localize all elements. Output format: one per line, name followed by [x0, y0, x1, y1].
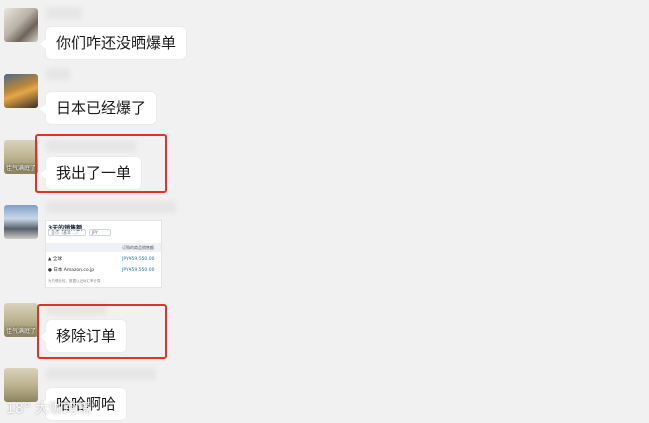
image-attachment[interactable]: 3天的销售额 全币（基本 ...） JPY 订购的商品销售额 ▲ 全球 JPY¥… [45, 220, 162, 288]
sender-name [46, 368, 156, 380]
sender-name [46, 201, 176, 213]
attachment-row-amount: JPY¥59,550.00 [122, 268, 155, 273]
attachment-row-amount: JPY¥59,550.00 [122, 257, 155, 262]
avatar-caption: 佳气满庭了 [5, 328, 36, 335]
attachment-filter-left: 全币（基本 ...） [48, 229, 86, 236]
avatar[interactable]: 佳气满庭了 [4, 140, 38, 174]
attachment-table-header: 订购的商品销售额 [46, 243, 161, 252]
watermark: 18° 大咖跨境 [6, 401, 92, 417]
attachment-filter-right: JPY [89, 229, 111, 236]
attachment-column-header: 订购的商品销售额 [122, 245, 154, 250]
attachment-row: ● 日本 Amazon.co.jp JPY¥59,550.00 [48, 266, 159, 275]
highlight-box [35, 134, 167, 193]
avatar[interactable]: 佳气满庭了 [4, 303, 38, 337]
message-text: 日本已经爆了 [56, 99, 147, 117]
avatar[interactable] [4, 368, 38, 402]
attachment-row: ▲ 全球 JPY¥59,550.00 [48, 255, 159, 264]
message-bubble[interactable]: 日本已经爆了 [39, 92, 157, 124]
avatar[interactable] [4, 205, 38, 239]
attachment-row-label: ● 日本 Amazon.co.jp [48, 268, 95, 273]
attachment-footnote: 为方便比较，数据以近似汇率计算 [48, 279, 101, 283]
sender-name [46, 68, 70, 80]
message-text: 你们咋还没晒爆单 [56, 34, 177, 52]
avatar[interactable] [4, 8, 38, 42]
avatar[interactable] [4, 74, 38, 108]
avatar-caption: 佳气满庭了 [5, 165, 36, 172]
sender-name [46, 7, 82, 19]
highlight-box [37, 304, 167, 359]
attachment-row-label: ▲ 全球 [48, 257, 62, 262]
message-bubble[interactable]: 你们咋还没晒爆单 [39, 27, 187, 59]
